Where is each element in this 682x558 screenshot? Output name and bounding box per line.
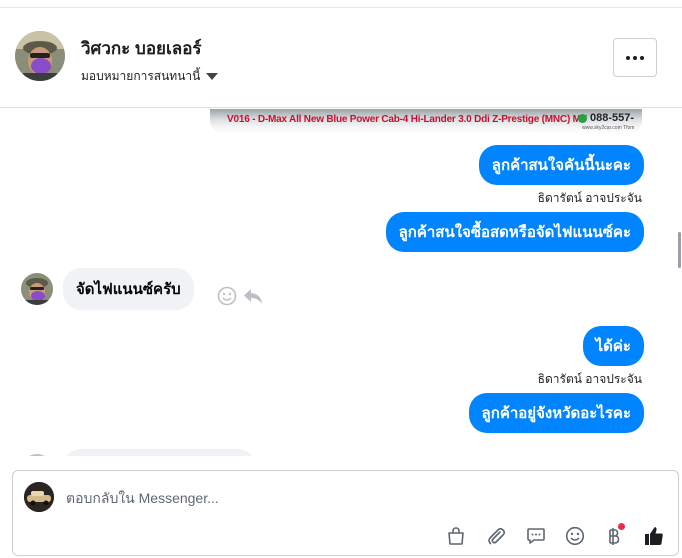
more-options-button[interactable]: [613, 38, 657, 77]
assign-label: มอบหมายการสนทนานี้: [81, 69, 201, 83]
message-thread[interactable]: V016 - D-Max All New Blue Power Cab-4 Hi…: [0, 109, 682, 456]
page-avatar: [24, 482, 54, 512]
contact-avatar-small[interactable]: [21, 273, 53, 305]
contact-name[interactable]: วิศวกะ บอยเลอร์: [81, 35, 202, 62]
like-thumbs-up-icon[interactable]: [643, 525, 665, 547]
payment-baht-icon[interactable]: [603, 523, 625, 547]
message-outgoing[interactable]: ลูกค้าอยู่จังหวัดอะไรคะ: [468, 393, 644, 433]
message-outgoing[interactable]: ได้ค่ะ: [582, 326, 644, 366]
message-text: ลูกค้าอยู่จังหวัดอะไรคะ: [481, 405, 631, 422]
banner-phone: 088-557-: [577, 112, 635, 124]
message-text: ได้ค่ะ: [595, 338, 631, 355]
message-sender-name: ธิดารัตน์ อาจประจัน: [537, 372, 642, 386]
notification-dot: [618, 523, 625, 530]
message-sender-name: ธิดารัตน์ อาจประจัน: [537, 191, 642, 205]
message-text: ลูกค้าสนใจคันนี้นะคะ: [491, 157, 631, 174]
caret-down-icon: [206, 73, 219, 80]
top-edge: [0, 0, 682, 8]
contact-avatar[interactable]: [15, 31, 65, 81]
scrollbar-thumb[interactable]: [678, 232, 681, 268]
shared-image-attachment[interactable]: V016 - D-Max All New Blue Power Cab-4 Hi…: [210, 109, 642, 134]
emoji-icon[interactable]: [564, 525, 586, 547]
saved-replies-icon[interactable]: [525, 525, 547, 547]
reply-input[interactable]: [66, 487, 626, 509]
message-outgoing[interactable]: ลูกค้าสนใจคันนี้นะคะ: [478, 145, 644, 185]
assign-conversation-dropdown[interactable]: มอบหมายการสนทนานี้: [81, 67, 219, 86]
reply-icon[interactable]: [243, 286, 263, 306]
more-dots-icon: [626, 55, 630, 60]
message-outgoing[interactable]: ลูกค้าสนใจซื้อสดหรือจัดไฟแนนซ์คะ: [385, 212, 644, 252]
contact-avatar-small-partial: [21, 454, 53, 456]
message-text: จัดไฟแนนซ์ครับ: [76, 281, 181, 298]
message-text: ลูกค้าสนใจซื้อสดหรือจัดไฟแนนซ์คะ: [398, 224, 631, 241]
banner-ad-text: V016 - D-Max All New Blue Power Cab-4 Hi…: [227, 114, 587, 125]
reply-composer: [12, 470, 679, 556]
attachment-paperclip-icon[interactable]: [485, 525, 507, 547]
shopping-bag-icon[interactable]: [445, 525, 467, 547]
message-incoming-partial[interactable]: [63, 449, 256, 456]
message-incoming[interactable]: จัดไฟแนนซ์ครับ: [63, 268, 194, 310]
react-emoji-icon[interactable]: [217, 286, 237, 306]
conversation-header: วิศวกะ บอยเลอร์ มอบหมายการสนทนานี้: [0, 9, 682, 108]
banner-url: www.sky2car.com Tfom: [582, 125, 635, 131]
